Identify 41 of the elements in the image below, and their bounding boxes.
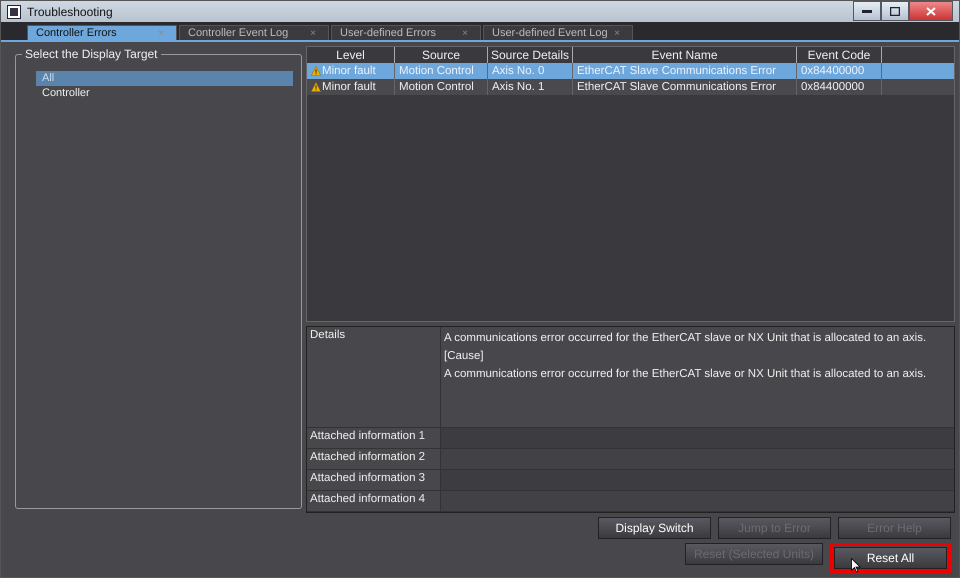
- minimize-icon: [862, 10, 872, 12]
- warning-icon: [311, 82, 321, 92]
- detail-label: Attached information 1: [307, 428, 441, 448]
- table-cell-text: Minor fault: [322, 80, 376, 95]
- tab[interactable]: Controller Errors ×: [27, 25, 177, 40]
- table-row[interactable]: Minor fault Motion Control Axis No. 1 EtherCAT Slave Communications Error 0x84400000: [307, 79, 954, 95]
- detail-label: Attached information 3: [307, 470, 441, 490]
- table-cell-text: EtherCAT Slave Communications Error: [577, 80, 776, 95]
- tab-close-button[interactable]: ×: [310, 28, 316, 38]
- action-button[interactable]: Display Switch: [598, 517, 711, 539]
- maximize-button[interactable]: [881, 1, 909, 21]
- tab[interactable]: User-defined Event Log ×: [483, 25, 633, 40]
- maximize-icon: [890, 6, 900, 16]
- table-cell-text: EtherCAT Slave Communications Error: [577, 64, 776, 79]
- table-cell-text: Axis No. 0: [492, 64, 544, 79]
- table-cell-text: Motion Control: [399, 64, 474, 79]
- close-button[interactable]: [909, 1, 953, 21]
- detail-text: A communications error occurred for the EtherCAT slave or NX Unit that is allocated to an axis.: [444, 331, 928, 346]
- target-item[interactable]: Controller: [36, 86, 293, 101]
- tab[interactable]: Controller Event Log ×: [179, 25, 329, 40]
- close-icon: [926, 6, 936, 16]
- tab-close-button[interactable]: ×: [462, 28, 468, 38]
- detail-label: Attached information 2: [307, 449, 441, 469]
- tab-close-button[interactable]: ×: [614, 28, 620, 38]
- table-cell-text: 0x84400000: [801, 80, 864, 95]
- detail-text: A communications error occurred for the EtherCAT slave or NX Unit that is allocated to an axis.: [444, 367, 928, 382]
- table-cell-text: Minor fault: [322, 64, 376, 79]
- tab[interactable]: User-defined Errors ×: [331, 25, 481, 40]
- table-cell-text: Axis No. 1: [492, 80, 544, 95]
- mouse-cursor-icon: [851, 558, 861, 573]
- detail-label: Attached information 4: [307, 491, 441, 511]
- detail-label: Details: [307, 327, 441, 427]
- detail-text: [Cause]: [444, 349, 485, 364]
- action-button[interactable]: Reset All: [834, 547, 947, 569]
- table-cell-text: 0x84400000: [801, 64, 864, 79]
- table-cell-text: Motion Control: [399, 80, 474, 95]
- window-title: Troubleshooting: [27, 4, 113, 18]
- group-title: Select the Display Target: [22, 47, 161, 61]
- minimize-button[interactable]: [853, 1, 881, 21]
- app-icon: [7, 4, 21, 18]
- warning-icon: [311, 66, 321, 76]
